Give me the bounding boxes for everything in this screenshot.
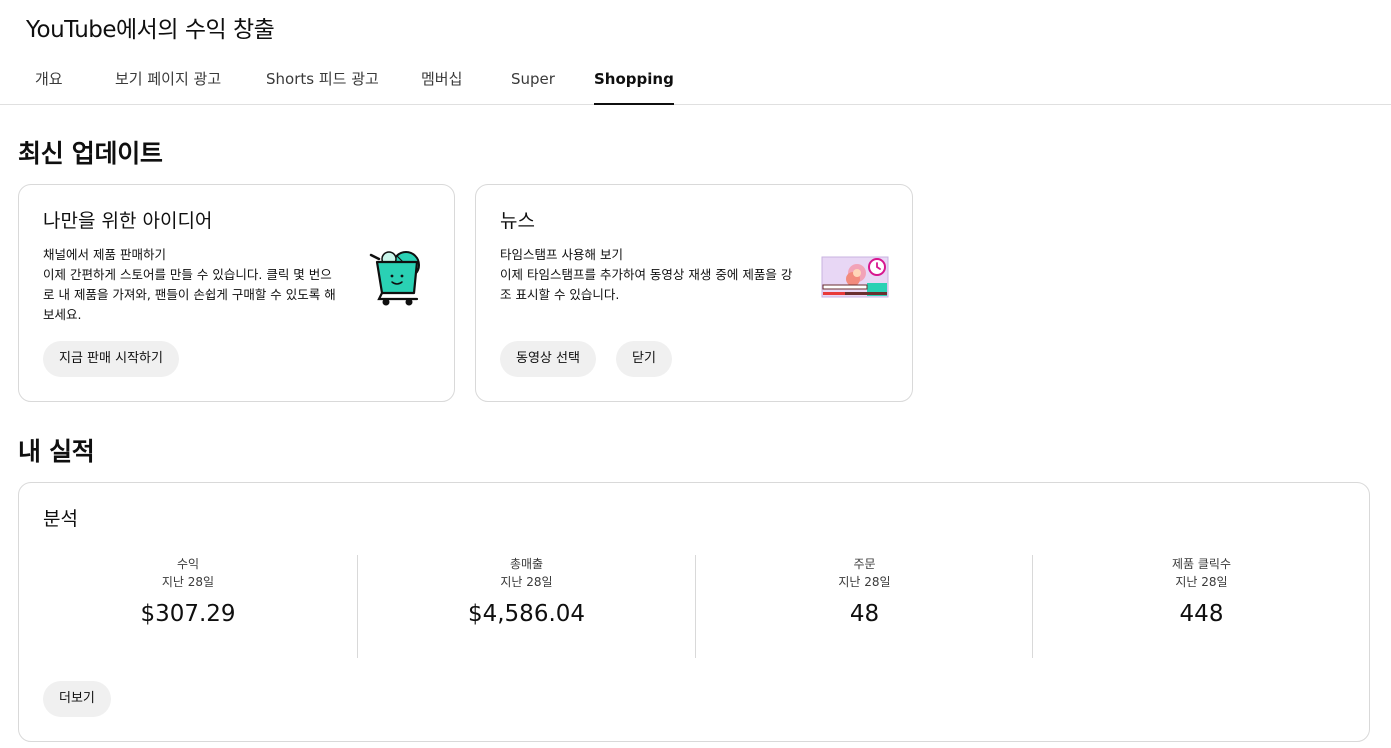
analytics-card: 분석 수익 지난 28일 $307.29 총매출 지난 28일 $4,586.0… [18, 482, 1370, 742]
news-card: 뉴스 타임스탬프 사용해 보기 이제 타임스탬프를 추가하여 동영상 재생 중에… [475, 184, 913, 402]
metric-product-clicks: 제품 클릭수 지난 28일 448 [1032, 555, 1370, 658]
tab-super[interactable]: Super [511, 56, 555, 104]
metric-value: $307.29 [140, 601, 236, 627]
tab-shorts-feed-ads[interactable]: Shorts 피드 광고 [266, 56, 379, 104]
ideas-card-description: 이제 간편하게 스토어를 만들 수 있습니다. 클릭 몇 번으로 내 제품을 가… [43, 267, 336, 322]
metric-period: 지난 28일 [161, 575, 215, 589]
metric-period: 지난 28일 [500, 575, 553, 589]
tab-shopping[interactable]: Shopping [594, 56, 674, 105]
metric-period: 지난 28일 [1175, 575, 1228, 589]
metric-orders: 주문 지난 28일 48 [695, 555, 1033, 658]
metric-label: 주문 [853, 557, 876, 571]
metric-revenue: 수익 지난 28일 $307.29 [19, 555, 357, 658]
shopping-cart-icon [369, 247, 425, 307]
ideas-card-title: 나만을 위한 아이디어 [43, 210, 213, 232]
news-card-body: 타임스탬프 사용해 보기 이제 타임스탬프를 추가하여 동영상 재생 중에 제품… [500, 245, 796, 305]
page-title: YouTube에서의 수익 창출 [26, 17, 275, 43]
tab-bar: 개요 보기 페이지 광고 Shorts 피드 광고 멤버십 Super Shop… [0, 56, 1391, 105]
start-selling-button[interactable]: 지금 판매 시작하기 [43, 341, 179, 377]
video-timestamp-icon [821, 255, 889, 299]
latest-updates-heading: 최신 업데이트 [18, 139, 163, 168]
analytics-card-title: 분석 [43, 508, 78, 530]
ideas-card-body: 채널에서 제품 판매하기 이제 간편하게 스토어를 만들 수 있습니다. 클릭 … [43, 245, 339, 325]
metric-value: 48 [849, 601, 880, 627]
metric-gross-sales: 총매출 지난 28일 $4,586.04 [357, 555, 695, 658]
tab-memberships[interactable]: 멤버십 [421, 56, 462, 104]
metric-value: 448 [1179, 601, 1224, 627]
metric-value: $4,586.04 [467, 601, 586, 627]
metric-label: 총매출 [509, 557, 544, 571]
dismiss-button[interactable]: 닫기 [616, 341, 672, 377]
see-more-button[interactable]: 더보기 [43, 681, 111, 717]
tab-overview[interactable]: 개요 [35, 56, 63, 104]
news-card-title: 뉴스 [500, 210, 535, 232]
ideas-card: 나만을 위한 아이디어 채널에서 제품 판매하기 이제 간편하게 스토어를 만들… [18, 184, 455, 402]
metric-label: 제품 클릭수 [1171, 557, 1231, 571]
news-card-description: 이제 타임스탬프를 추가하여 동영상 재생 중에 제품을 강조 표시할 수 있습… [500, 267, 793, 302]
news-card-heading: 타임스탬프 사용해 보기 [500, 247, 623, 262]
select-video-button[interactable]: 동영상 선택 [500, 341, 596, 377]
my-performance-heading: 내 실적 [18, 437, 95, 466]
ideas-card-heading: 채널에서 제품 판매하기 [43, 247, 166, 262]
tab-watch-page-ads[interactable]: 보기 페이지 광고 [115, 56, 221, 104]
metric-label: 수익 [176, 557, 200, 571]
metric-period: 지난 28일 [838, 575, 891, 589]
